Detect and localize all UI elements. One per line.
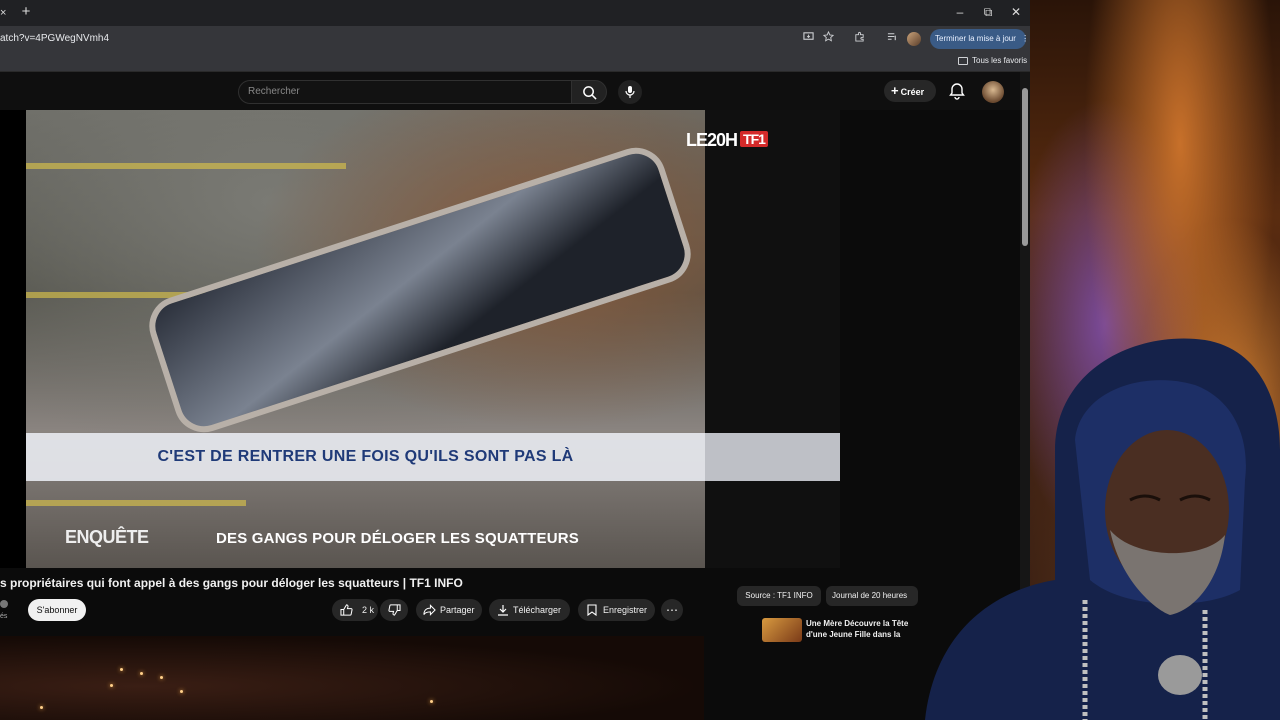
suggested-video-thumbnail[interactable]	[762, 618, 802, 642]
subtitle-quote: C'EST DE RENTRER UNE FOIS QU'ILS SONT PA…	[26, 433, 705, 481]
bookmark-star-icon[interactable]	[820, 30, 836, 47]
save-label: Enregistrer	[603, 605, 648, 615]
search-button[interactable]	[571, 80, 607, 104]
new-tab-button[interactable]: +	[18, 3, 34, 21]
save-button[interactable]: Enregistrer	[578, 599, 655, 621]
address-bar	[0, 26, 1030, 52]
minimize-button[interactable]: –	[948, 3, 972, 21]
download-label: Télécharger	[513, 605, 562, 615]
lower-third-banner: DES GANGS POUR DÉLOGER LES SQUATTEURS	[216, 530, 579, 547]
create-button[interactable]: + Créer	[884, 80, 936, 102]
scrollbar-thumb[interactable]	[1022, 88, 1028, 246]
voice-search-button[interactable]	[618, 80, 642, 104]
more-vert-icon: ⋮	[1021, 34, 1030, 43]
decor-light	[140, 672, 143, 675]
more-horiz-icon: ⋯	[666, 603, 678, 617]
share-label: Partager	[440, 605, 475, 615]
thumbs-up-icon	[340, 604, 353, 616]
download-icon	[498, 605, 508, 616]
search-input[interactable]: Rechercher	[238, 80, 571, 104]
bookmark-icon	[587, 604, 597, 616]
thumbs-down-icon	[388, 604, 401, 616]
stair-stripe	[26, 500, 246, 506]
install-app-icon[interactable]	[800, 31, 816, 47]
webcam-overlay	[925, 338, 1280, 720]
profile-avatar[interactable]	[907, 32, 921, 46]
dislike-button[interactable]	[380, 599, 408, 621]
like-count: 2 k	[362, 605, 375, 615]
decor-light	[430, 700, 433, 703]
decor-light	[120, 668, 123, 671]
le20h-label: LE20H	[686, 130, 738, 150]
channel-subscribers: és	[0, 613, 8, 620]
search-icon	[583, 86, 597, 100]
restore-button[interactable]: ⧉	[976, 3, 1000, 21]
tab-bar	[0, 0, 1030, 26]
update-button[interactable]: Terminer la mise à jour ⋮	[930, 29, 1030, 49]
page-background-lower	[0, 636, 704, 720]
decor-light	[160, 676, 163, 679]
url-field[interactable]: atch?v=4PGWegNVmh4	[0, 33, 109, 44]
like-button[interactable]: 2 k	[332, 599, 378, 621]
channel-avatar[interactable]	[0, 600, 8, 608]
folder-icon	[958, 57, 968, 65]
video-dark-panel	[705, 110, 840, 568]
share-icon	[423, 604, 436, 616]
decor-light	[180, 690, 183, 693]
tf1-label: TF1	[740, 131, 768, 147]
all-bookmarks-link[interactable]: Tous les favoris	[972, 56, 1027, 65]
video-title: s propriétaires qui font appel à des gan…	[0, 576, 463, 590]
account-avatar[interactable]	[982, 81, 1004, 103]
extensions-icon[interactable]	[851, 31, 867, 47]
more-actions-button[interactable]: ⋯	[661, 599, 683, 621]
bookmarks-bar	[0, 52, 1030, 72]
download-button[interactable]: Télécharger	[489, 599, 570, 621]
subtitle-band-extension	[705, 433, 840, 481]
subscribe-button[interactable]: S'abonner	[28, 599, 86, 621]
plus-icon: +	[891, 83, 899, 98]
decor-light	[40, 706, 43, 709]
media-controls-icon[interactable]	[884, 31, 900, 47]
update-button-label: Terminer la mise à jour	[935, 34, 1016, 43]
notifications-bell-icon[interactable]	[948, 82, 966, 100]
microphone-icon	[625, 86, 635, 98]
share-button[interactable]: Partager	[416, 599, 482, 621]
suggested-video-title[interactable]: Une Mère Découvre la Tête d'une Jeune Fi…	[806, 618, 914, 640]
tf1-logo: LE20H TF1	[686, 130, 768, 151]
decor-light	[110, 684, 113, 687]
close-tab-icon[interactable]: ×	[0, 5, 10, 21]
show-name-logo: ENQUÊTE	[65, 527, 149, 547]
close-window-button[interactable]: ✕	[1004, 3, 1028, 21]
stair-stripe	[26, 163, 346, 169]
create-button-label: Créer	[900, 87, 925, 97]
chip-source[interactable]: Source : TF1 INFO	[737, 586, 821, 606]
